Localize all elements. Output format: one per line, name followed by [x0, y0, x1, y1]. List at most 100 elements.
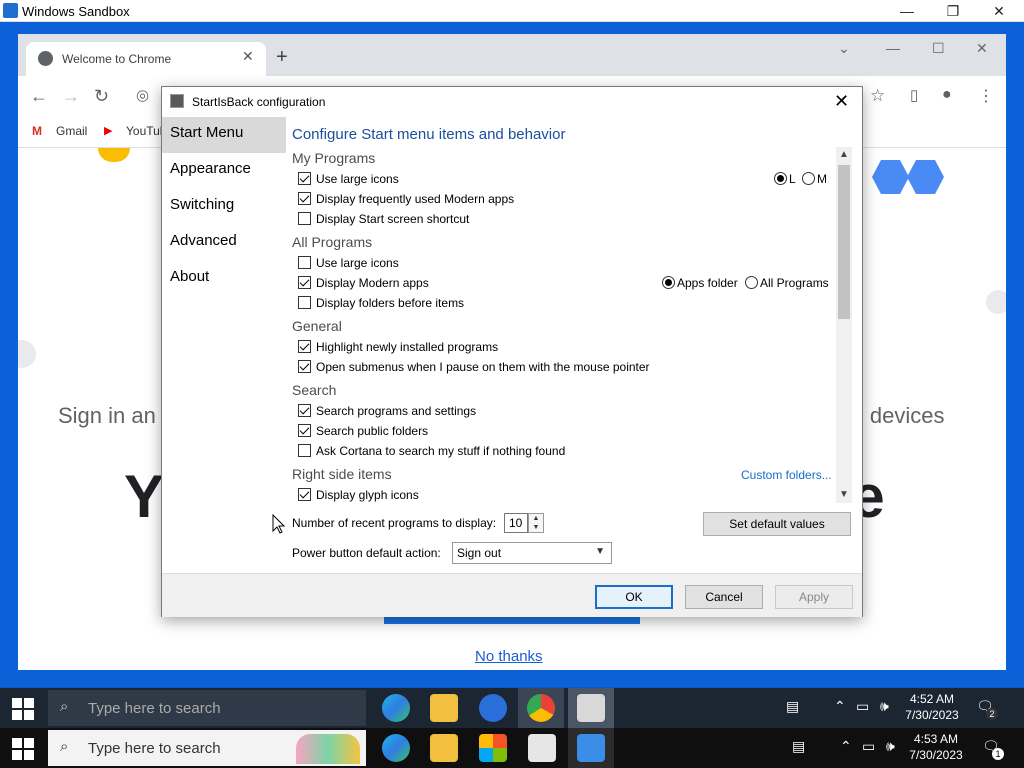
checkbox-ap-modern-apps[interactable]: Display Modern apps: [298, 275, 429, 291]
taskbar-search-box[interactable]: ⌕ Type here to search: [48, 690, 366, 726]
section-right-side: Right side items: [292, 466, 392, 482]
sandbox-close-button[interactable]: ✕: [976, 0, 1022, 22]
sandbox-maximize-button[interactable]: ❐: [930, 0, 976, 22]
bookmark-gmail[interactable]: Gmail: [56, 124, 87, 138]
radio-apps-folder[interactable]: Apps folder: [662, 275, 738, 291]
news-icon[interactable]: ▤: [786, 698, 799, 715]
custom-folders-link[interactable]: Custom folders...: [741, 468, 832, 482]
startisback-taskbar-button[interactable]: [568, 688, 614, 728]
checkbox-rs-glyph[interactable]: Display glyph icons: [298, 487, 419, 503]
checkbox-icon: [298, 172, 311, 185]
checkbox-icon: [298, 296, 311, 309]
radio-label: All Programs: [760, 276, 829, 290]
chrome-tab-close-icon[interactable]: ✕: [242, 48, 254, 65]
recent-programs-spinner[interactable]: ▲ ▼: [528, 513, 544, 533]
clock-date: 7/30/2023: [909, 748, 963, 762]
sandbox-minimize-button[interactable]: —: [884, 0, 930, 22]
scroll-down-icon[interactable]: ▼: [839, 489, 849, 500]
radio-size-m[interactable]: M: [802, 171, 827, 187]
radio-size-l[interactable]: L: [774, 171, 796, 187]
store-icon[interactable]: [479, 734, 507, 762]
checkbox-icon: [298, 340, 311, 353]
checkbox-icon: [298, 424, 311, 437]
edge-icon[interactable]: [382, 734, 410, 762]
file-explorer-icon[interactable]: [430, 734, 458, 762]
windows-sandbox-icon: [577, 734, 605, 762]
checkbox-icon: [298, 488, 311, 501]
set-default-button[interactable]: Set default values: [703, 512, 851, 536]
checkbox-icon: [298, 192, 311, 205]
checkbox-label: Search programs and settings: [316, 404, 477, 418]
chrome-maximize-button[interactable]: ☐: [932, 40, 945, 57]
reload-icon[interactable]: ↻: [94, 86, 109, 107]
tray-chevron-up-icon[interactable]: ⌃: [840, 738, 852, 755]
chevron-down-icon[interactable]: ⌄: [838, 40, 850, 57]
nav-start-menu[interactable]: Start Menu: [162, 117, 286, 153]
profile-avatar-icon[interactable]: ●: [942, 86, 952, 104]
checkbox-mp-start-shortcut[interactable]: Display Start screen shortcut: [298, 211, 469, 227]
checkbox-mp-modern-apps[interactable]: Display frequently used Modern apps: [298, 191, 514, 207]
taskbar-search-box[interactable]: ⌕ Type here to search: [48, 730, 366, 766]
checkbox-mp-large-icons[interactable]: Use large icons: [298, 171, 399, 187]
firefox-icon[interactable]: [479, 694, 507, 722]
chevron-down-icon: ▼: [595, 546, 605, 557]
nav-advanced[interactable]: Advanced: [162, 225, 286, 261]
checkbox-gen-submenus[interactable]: Open submenus when I pause on them with …: [298, 359, 650, 375]
pane-heading: Configure Start menu items and behavior: [292, 126, 566, 143]
new-tab-button[interactable]: +: [276, 46, 288, 69]
windows-start-icon[interactable]: [12, 698, 34, 720]
chrome-tab[interactable]: Welcome to Chrome ✕: [26, 42, 266, 76]
chrome-close-button[interactable]: ✕: [976, 40, 988, 57]
power-action-select[interactable]: Sign out ▼: [452, 542, 612, 564]
checkbox-s-programs[interactable]: Search programs and settings: [298, 403, 476, 419]
taskbar-clock[interactable]: 4:53 AM 7/30/2023: [904, 731, 968, 763]
tray-chevron-up-icon[interactable]: ⌃: [834, 698, 846, 715]
no-thanks-link[interactable]: No thanks: [475, 648, 543, 665]
dialog-close-button[interactable]: ✕: [834, 91, 849, 112]
windows-start-icon[interactable]: [12, 738, 34, 760]
cancel-button[interactable]: Cancel: [685, 585, 763, 609]
radio-icon: [802, 172, 815, 185]
edge-icon[interactable]: [382, 694, 410, 722]
nav-about[interactable]: About: [162, 261, 286, 297]
recent-programs-label: Number of recent programs to display:: [292, 516, 497, 530]
news-icon[interactable]: ▤: [792, 738, 805, 755]
checkbox-icon: [298, 404, 311, 417]
sandbox-taskbar-button[interactable]: [568, 728, 614, 768]
dialog-title: StartIsBack configuration: [192, 95, 326, 109]
checkbox-label: Display glyph icons: [316, 488, 419, 502]
recent-programs-input[interactable]: 10: [504, 513, 528, 533]
radio-all-programs[interactable]: All Programs: [745, 275, 829, 291]
bookmark-star-icon[interactable]: ☆: [870, 86, 885, 106]
clock-date: 7/30/2023: [905, 708, 959, 722]
ok-button[interactable]: OK: [595, 585, 673, 609]
network-icon[interactable]: ▭: [862, 738, 875, 755]
network-icon[interactable]: ▭: [856, 698, 869, 715]
checkbox-label: Display folders before items: [316, 296, 465, 310]
back-arrow-icon[interactable]: ←: [30, 86, 48, 107]
chrome-taskbar-button[interactable]: [518, 688, 564, 728]
decor-blue-hexagons: [872, 160, 944, 194]
file-explorer-icon[interactable]: [430, 694, 458, 722]
nav-appearance[interactable]: Appearance: [162, 153, 286, 189]
mail-icon[interactable]: [528, 734, 556, 762]
forward-arrow-icon[interactable]: →: [62, 86, 80, 107]
checkbox-s-cortana[interactable]: Ask Cortana to search my stuff if nothin…: [298, 443, 565, 459]
checkbox-gen-highlight[interactable]: Highlight newly installed programs: [298, 339, 498, 355]
more-menu-icon[interactable]: ⋮: [978, 86, 994, 106]
side-panel-icon[interactable]: ▯: [910, 86, 918, 104]
taskbar-clock[interactable]: 4:52 AM 7/30/2023: [900, 691, 964, 723]
checkbox-label: Search public folders: [316, 424, 429, 438]
nav-switching[interactable]: Switching: [162, 189, 286, 225]
scroll-up-icon[interactable]: ▲: [839, 149, 849, 160]
volume-muted-icon[interactable]: 🕪: [886, 738, 895, 755]
site-info-icon[interactable]: ◎: [136, 86, 149, 104]
checkbox-s-public[interactable]: Search public folders: [298, 423, 428, 439]
checkbox-ap-folders-before[interactable]: Display folders before items: [298, 295, 464, 311]
volume-icon[interactable]: 🕪: [880, 698, 889, 715]
scrollbar-thumb[interactable]: [838, 165, 850, 319]
chrome-icon: [527, 694, 555, 722]
checkbox-ap-large-icons[interactable]: Use large icons: [298, 255, 399, 271]
chrome-minimize-button[interactable]: —: [886, 40, 900, 56]
apply-button[interactable]: Apply: [775, 585, 853, 609]
